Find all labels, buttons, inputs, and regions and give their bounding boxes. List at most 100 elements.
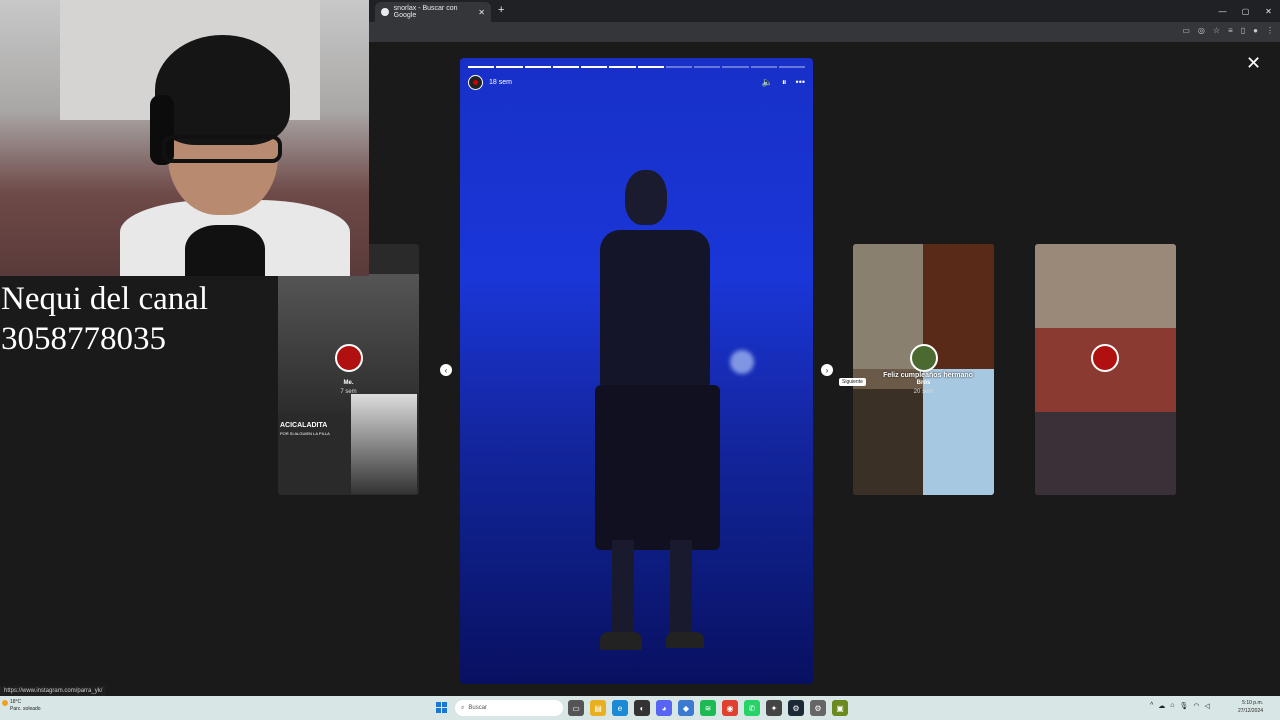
progress-segment bbox=[468, 66, 495, 68]
performer-figure bbox=[580, 170, 720, 670]
progress-segment bbox=[665, 66, 692, 68]
card-username: Me. bbox=[343, 380, 354, 386]
story-progress bbox=[468, 66, 805, 68]
progress-segment bbox=[496, 66, 523, 68]
story-card-prev[interactable]: Me. 7 sem ACICALADITA POR SI ALGUIEN LA … bbox=[278, 244, 419, 495]
star-icon[interactable]: ☆ bbox=[1213, 26, 1220, 35]
pause-icon[interactable]: ⏸ bbox=[782, 77, 787, 88]
maximize-button[interactable]: ▢ bbox=[1234, 0, 1257, 22]
clock[interactable]: 5:10 p.m. 27/12/2024 bbox=[1238, 699, 1263, 715]
window-controls: — ▢ ✕ bbox=[1211, 0, 1280, 22]
edge-icon[interactable]: e bbox=[612, 700, 628, 716]
wifi-icon[interactable]: ◠ bbox=[1193, 702, 1199, 710]
donation-title: Nequi del canal bbox=[1, 281, 209, 317]
cloud-icon[interactable]: ☁ bbox=[1158, 702, 1165, 710]
taskbar: 18°C Parc. soleado ⌕ Buscar ▭ ▤ e ◐ ◕ ◆ … bbox=[0, 696, 1280, 720]
sidebar-icon[interactable]: ▯ bbox=[1241, 26, 1245, 35]
settings-icon[interactable]: ⚙ bbox=[810, 700, 826, 716]
progress-segment bbox=[524, 66, 551, 68]
more-options-icon[interactable]: ••• bbox=[796, 77, 805, 88]
card-subcaption: POR SI ALGUIEN LA PILLA bbox=[280, 431, 330, 436]
file-explorer-icon[interactable]: ▤ bbox=[590, 700, 606, 716]
menu-icon[interactable]: ⋮ bbox=[1266, 26, 1274, 35]
spotify-icon[interactable]: ≋ bbox=[700, 700, 716, 716]
avatar bbox=[1091, 344, 1119, 372]
card-photo bbox=[853, 389, 923, 495]
search-icon: ⌕ bbox=[461, 704, 465, 711]
card-photo bbox=[351, 394, 417, 494]
profile-avatar[interactable]: ● bbox=[1253, 26, 1258, 35]
discord-icon[interactable]: ◕ bbox=[656, 700, 672, 716]
app-icon[interactable]: ✦ bbox=[766, 700, 782, 716]
prev-story-button[interactable]: ‹ bbox=[440, 364, 452, 376]
task-view-icon[interactable]: ▭ bbox=[568, 700, 584, 716]
story-header: 18 sem 🔈 ⏸ ••• bbox=[468, 74, 805, 90]
weather-widget[interactable]: 18°C Parc. soleado bbox=[2, 699, 41, 713]
progress-segment bbox=[552, 66, 579, 68]
avatar bbox=[910, 344, 938, 372]
webcam-overlay bbox=[0, 0, 369, 276]
system-tray: ^ ☁ ⌂ 🎙 ◠ ◁ bbox=[1150, 702, 1210, 710]
cast-icon[interactable]: ▭ bbox=[1182, 26, 1190, 35]
next-tooltip: Siguiente bbox=[839, 378, 866, 386]
progress-segment bbox=[750, 66, 777, 68]
card-photo bbox=[1035, 412, 1176, 495]
google-icon bbox=[381, 8, 389, 16]
card-time: 20 sem bbox=[913, 389, 934, 395]
progress-segment bbox=[694, 66, 721, 68]
chrome-icon[interactable]: ◉ bbox=[722, 700, 738, 716]
close-viewer-icon[interactable]: ✕ bbox=[1246, 54, 1261, 72]
extensions-icon[interactable]: ≡ bbox=[1228, 26, 1233, 35]
app-icon[interactable]: ◐ bbox=[634, 700, 650, 716]
weather-temp: 18°C bbox=[10, 699, 22, 705]
browser-toolbar: ▭ ◎ ☆ ≡ ▯ ● ⋮ bbox=[369, 22, 1280, 42]
start-button[interactable] bbox=[436, 702, 447, 713]
app-icon[interactable]: ◆ bbox=[678, 700, 694, 716]
tab-title: snorlax - Buscar con Google bbox=[393, 5, 458, 19]
eye-off-icon[interactable]: ◎ bbox=[1198, 26, 1205, 35]
browser-titlebar: snorlax - Buscar con Google ✕ + — ▢ ✕ bbox=[369, 0, 1280, 22]
card-photo bbox=[1035, 244, 1176, 328]
tab-snorlax[interactable]: snorlax - Buscar con Google ✕ bbox=[375, 2, 491, 22]
volume-icon[interactable]: ◁ bbox=[1205, 702, 1210, 710]
close-tab-icon[interactable]: ✕ bbox=[478, 8, 485, 17]
taskbar-apps: ▭ ▤ e ◐ ◕ ◆ ≋ ◉ ✆ ✦ ⚙ ⚙ ▣ bbox=[568, 700, 848, 716]
new-tab-button[interactable]: + bbox=[498, 4, 504, 16]
clock-time: 5:10 p.m. bbox=[1242, 700, 1264, 706]
minimize-button[interactable]: — bbox=[1211, 0, 1234, 22]
app-icon[interactable]: ▣ bbox=[832, 700, 848, 716]
story-card-next-2[interactable] bbox=[1035, 244, 1176, 495]
card-username: Bros bbox=[916, 380, 931, 386]
steam-icon[interactable]: ⚙ bbox=[788, 700, 804, 716]
progress-segment bbox=[637, 66, 664, 68]
sun-icon bbox=[2, 700, 8, 706]
avatar[interactable] bbox=[468, 74, 483, 90]
mic-icon[interactable]: 🎙 bbox=[1180, 702, 1189, 710]
search-placeholder: Buscar bbox=[468, 705, 488, 711]
volume-icon[interactable]: 🔈 bbox=[762, 77, 773, 88]
network-icon[interactable]: ⌂ bbox=[1170, 702, 1174, 710]
card-time: 7 sem bbox=[340, 389, 357, 395]
story-card-next[interactable]: Feliz cumpleaños hermano Bros 20 sem bbox=[853, 244, 994, 495]
avatar bbox=[335, 344, 363, 372]
weather-desc: Parc. soleado bbox=[10, 706, 41, 712]
close-window-button[interactable]: ✕ bbox=[1257, 0, 1280, 22]
card-caption: ACICALADITA bbox=[280, 422, 328, 429]
card-caption: Feliz cumpleaños hermano bbox=[883, 372, 973, 379]
donation-text: Nequi del canal 3058778035 bbox=[1, 279, 208, 359]
taskbar-search[interactable]: ⌕ Buscar bbox=[455, 700, 563, 716]
clock-date: 27/12/2024 bbox=[1238, 708, 1264, 714]
progress-segment bbox=[778, 66, 805, 68]
next-story-button[interactable]: › bbox=[821, 364, 833, 376]
progress-segment bbox=[722, 66, 749, 68]
progress-segment bbox=[609, 66, 636, 68]
stage-light bbox=[730, 350, 754, 374]
progress-segment bbox=[581, 66, 608, 68]
status-url: https://www.instagram.com/parra_yk/ bbox=[0, 686, 107, 696]
card-photo bbox=[923, 369, 994, 495]
donation-number: 3058778035 bbox=[1, 321, 166, 357]
whatsapp-icon[interactable]: ✆ bbox=[744, 700, 760, 716]
story-time: 18 sem bbox=[489, 78, 512, 86]
chevron-up-icon[interactable]: ^ bbox=[1150, 702, 1153, 710]
active-story[interactable]: 18 sem 🔈 ⏸ ••• bbox=[460, 58, 813, 684]
